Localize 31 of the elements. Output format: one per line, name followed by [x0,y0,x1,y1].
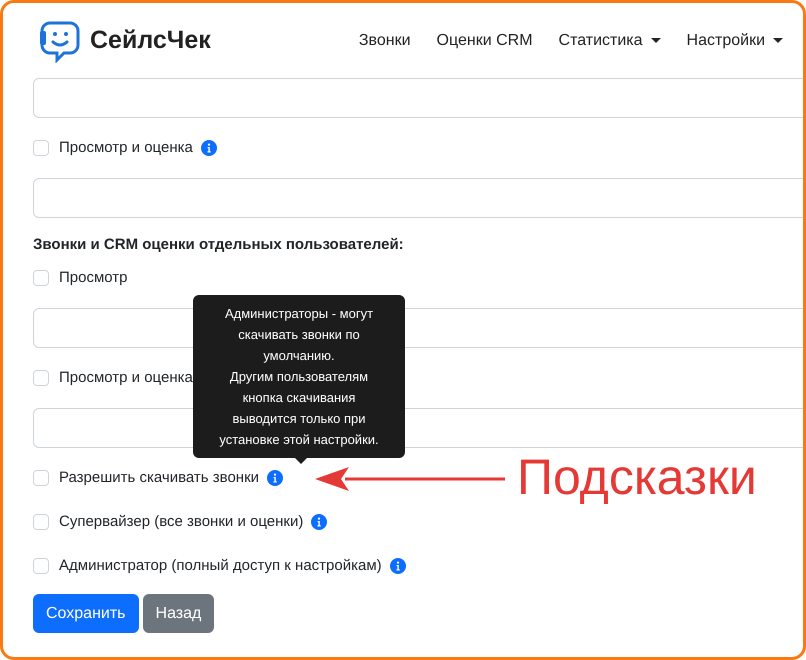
nav-link[interactable]: Оценки CRM [436,28,533,52]
checkbox[interactable] [33,470,49,486]
checkbox[interactable] [33,270,49,286]
checkbox-label: Администратор (полный доступ к настройкам) [59,556,382,576]
info-icon[interactable] [200,140,217,156]
checkbox-label: Просмотр [59,268,128,288]
section-heading: Звонки и CRM оценки отдельных пользователей: [33,234,404,254]
checkbox-label: Просмотр и оценка [59,138,193,158]
save-button[interactable]: Сохранить [33,594,139,633]
logo-icon [40,18,80,62]
checkbox[interactable] [33,558,49,574]
checkbox[interactable] [33,370,49,386]
caret-icon [650,38,661,44]
info-icon[interactable] [390,558,406,574]
checkbox-label: Просмотр и оценка [59,368,193,388]
back-button[interactable]: Назад [142,594,214,633]
brand-name[interactable]: СейлсЧек [90,22,211,60]
checkbox[interactable] [33,140,49,156]
checkbox-label: Супервайзер (все звонки и оценки) [59,512,304,532]
info-icon[interactable] [267,470,284,486]
text-field[interactable] [33,78,803,118]
tooltip-arrow-icon [295,458,307,464]
nav-link[interactable]: Статистика [558,28,661,52]
annotation-label: Подсказки [517,448,757,507]
info-icon[interactable] [311,514,328,530]
checkbox-label: Разрешить скачивать звонки [59,468,260,488]
text-field[interactable] [33,178,803,218]
checkbox[interactable] [33,514,49,530]
nav-link[interactable]: Настройки [686,28,783,52]
nav-link[interactable]: Звонки [358,28,411,52]
caret-icon [773,38,783,44]
